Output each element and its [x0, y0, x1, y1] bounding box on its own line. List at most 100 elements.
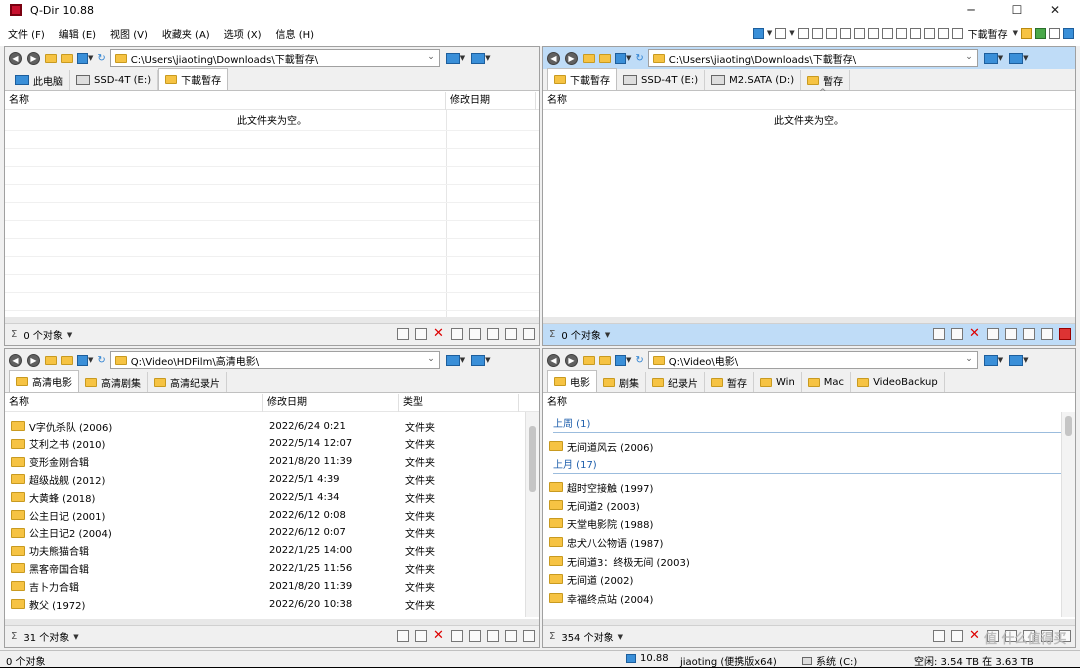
mail-icon[interactable] [951, 328, 963, 340]
col-name[interactable]: 名称 [543, 394, 567, 412]
monitor-icon[interactable] [445, 354, 460, 366]
list-item[interactable]: 幸福终点站 (2004) [549, 589, 1075, 607]
menu-file[interactable]: 文件 (F) [2, 26, 51, 41]
list-item[interactable]: 无间道2 (2003) [549, 496, 1075, 514]
back-icon[interactable]: ◀ [9, 51, 22, 65]
table-row[interactable]: 黑客帝国合辑 2022/1/25 11:56 文件夹 [5, 559, 539, 577]
forward-icon[interactable]: ▶ [27, 353, 40, 367]
tab-hd-movies[interactable]: 高清电影 [9, 370, 79, 392]
refresh-icon[interactable]: ↻ [97, 355, 105, 366]
group-header-last-month[interactable]: 上月 (17) [553, 458, 1065, 474]
table-row[interactable]: 大黄蜂 (2018) 2022/5/1 4:34 文件夹 [5, 488, 539, 506]
dropdown-arrow-icon[interactable]: ▼ [485, 356, 490, 364]
mail-icon[interactable] [415, 630, 427, 642]
pane-icon[interactable] [523, 630, 535, 642]
mail-icon[interactable] [951, 630, 963, 642]
dropdown-arrow-icon[interactable]: ▼ [626, 54, 631, 62]
back-icon[interactable]: ◀ [9, 353, 22, 367]
copy-icon[interactable] [469, 630, 481, 642]
layout-8-icon[interactable] [895, 27, 907, 39]
edit-icon[interactable] [505, 328, 517, 340]
back-icon[interactable]: ◀ [547, 51, 560, 65]
col-date[interactable]: 修改日期 [263, 393, 399, 412]
table-row[interactable]: 超级战舰 (2012) 2022/5/1 4:39 文件夹 [5, 470, 539, 488]
path-input[interactable]: C:\Users\jiaoting\Downloads\下載暫存\ ⌄ [109, 49, 440, 67]
chevron-down-icon[interactable]: ⌄ [965, 354, 973, 364]
dropdown-arrow-icon[interactable]: ▼ [460, 54, 465, 62]
table-row[interactable]: V字仇杀队 (2006) 2022/6/24 0:21 文件夹 [5, 417, 539, 435]
pane-icon[interactable] [523, 328, 535, 340]
dropdown-arrow-icon[interactable]: ▼ [73, 633, 78, 641]
table-row[interactable]: 吉卜力合辑 2021/8/20 11:39 文件夹 [5, 577, 539, 595]
back-icon[interactable]: ◀ [547, 353, 560, 367]
tab-mac[interactable]: Mac [802, 372, 852, 392]
layout-1-icon[interactable] [797, 27, 809, 39]
tab-ssd[interactable]: SSD-4T (E:) [617, 70, 706, 90]
forward-icon[interactable]: ▶ [565, 353, 578, 367]
chevron-down-icon[interactable]: ⌄ [427, 52, 435, 62]
object-count[interactable]: 354 个对象 [561, 629, 613, 644]
menu-view[interactable]: 视图 (V) [104, 26, 154, 41]
dropdown-arrow-icon[interactable]: ▼ [998, 356, 1003, 364]
chevron-down-icon[interactable]: ⌄ [965, 52, 973, 62]
refresh-icon[interactable]: ↻ [97, 53, 105, 64]
table-row[interactable]: 公主日记2 (2004) 2022/6/12 0:07 文件夹 [5, 524, 539, 542]
minimize-button[interactable]: ─ [954, 0, 988, 20]
cut-icon[interactable] [451, 328, 463, 340]
col-type[interactable]: 类型 [399, 393, 519, 412]
tab-this-pc[interactable]: 此电脑 [9, 70, 70, 90]
forward-icon[interactable]: ▶ [27, 51, 40, 65]
path-input[interactable]: C:\Users\jiaoting\Downloads\下載暫存\ ⌄ [647, 49, 978, 67]
tab-temp[interactable]: 暂存 [705, 372, 754, 392]
pane-icon[interactable] [1059, 328, 1071, 340]
tab-download-temp[interactable]: 下載暫存 [547, 68, 617, 90]
monitor-icon[interactable] [1009, 52, 1024, 64]
favorites-icon[interactable] [1021, 27, 1032, 39]
up-folder-icon[interactable] [583, 355, 595, 365]
layout-6-icon[interactable] [867, 27, 879, 39]
monitor-icon[interactable] [471, 354, 486, 366]
list-item[interactable]: 无间道3：终极无间 (2003) [549, 552, 1075, 570]
flash-icon[interactable] [933, 630, 945, 642]
table-row[interactable]: 功夫熊猫合辑 2022/1/25 14:00 文件夹 [5, 542, 539, 560]
up-folder-icon[interactable] [45, 53, 57, 63]
view-icon[interactable] [615, 52, 626, 64]
monitor-icon[interactable] [471, 52, 486, 64]
copy-icon[interactable] [1005, 328, 1017, 340]
vertical-scrollbar[interactable] [1061, 412, 1075, 617]
maximize-button[interactable]: ☐ [1000, 0, 1034, 20]
menu-edit[interactable]: 编辑 (E) [53, 26, 102, 41]
table-row[interactable]: 变形金刚合辑 2021/8/20 11:39 文件夹 [5, 453, 539, 471]
tab-ssd[interactable]: SSD-4T (E:) [70, 70, 159, 90]
view-icon[interactable] [77, 52, 88, 64]
layout-grid-icon[interactable] [775, 27, 787, 39]
monitor-icon[interactable] [445, 52, 460, 64]
layout-2-icon[interactable] [811, 27, 823, 39]
col-date[interactable]: 修改日期 [446, 91, 536, 110]
menu-info[interactable]: 信息 (H) [270, 26, 321, 41]
paste-icon[interactable] [1023, 328, 1035, 340]
dropdown-arrow-icon[interactable]: ▼ [67, 331, 72, 339]
tab-win[interactable]: Win [754, 372, 802, 392]
new-folder-icon[interactable] [61, 355, 73, 365]
dropdown-arrow-icon[interactable]: ▼ [626, 356, 631, 364]
dropdown-arrow-icon[interactable]: ▼ [605, 331, 610, 339]
layout-9-icon[interactable] [909, 27, 921, 39]
tab-m2-sata[interactable]: M2.SATA (D:) [705, 70, 802, 90]
cut-icon[interactable] [451, 630, 463, 642]
col-name[interactable]: 名称 [5, 393, 263, 412]
dropdown-arrow-icon[interactable]: ▼ [998, 54, 1003, 62]
path-input[interactable]: Q:\Video\电影\ ⌄ [647, 351, 978, 369]
table-row[interactable]: 公主日记 (2001) 2022/6/12 0:08 文件夹 [5, 506, 539, 524]
dropdown-arrow-icon[interactable]: ▼ [460, 356, 465, 364]
group-header-last-week[interactable]: 上周 (1) [553, 417, 1065, 433]
list-item[interactable]: 无间道风云 (2006) [549, 437, 1075, 455]
new-folder-icon[interactable] [599, 355, 611, 365]
vertical-scrollbar[interactable] [525, 412, 539, 617]
view-icon[interactable] [615, 354, 626, 366]
tab-docs[interactable]: 纪录片 [646, 372, 705, 392]
table-row[interactable]: 艾利之书 (2010) 2022/5/14 12:07 文件夹 [5, 435, 539, 453]
layout-10-icon[interactable] [923, 27, 935, 39]
flash-icon[interactable] [397, 328, 409, 340]
list-item[interactable]: 超时空接触 (1997) [549, 478, 1075, 496]
